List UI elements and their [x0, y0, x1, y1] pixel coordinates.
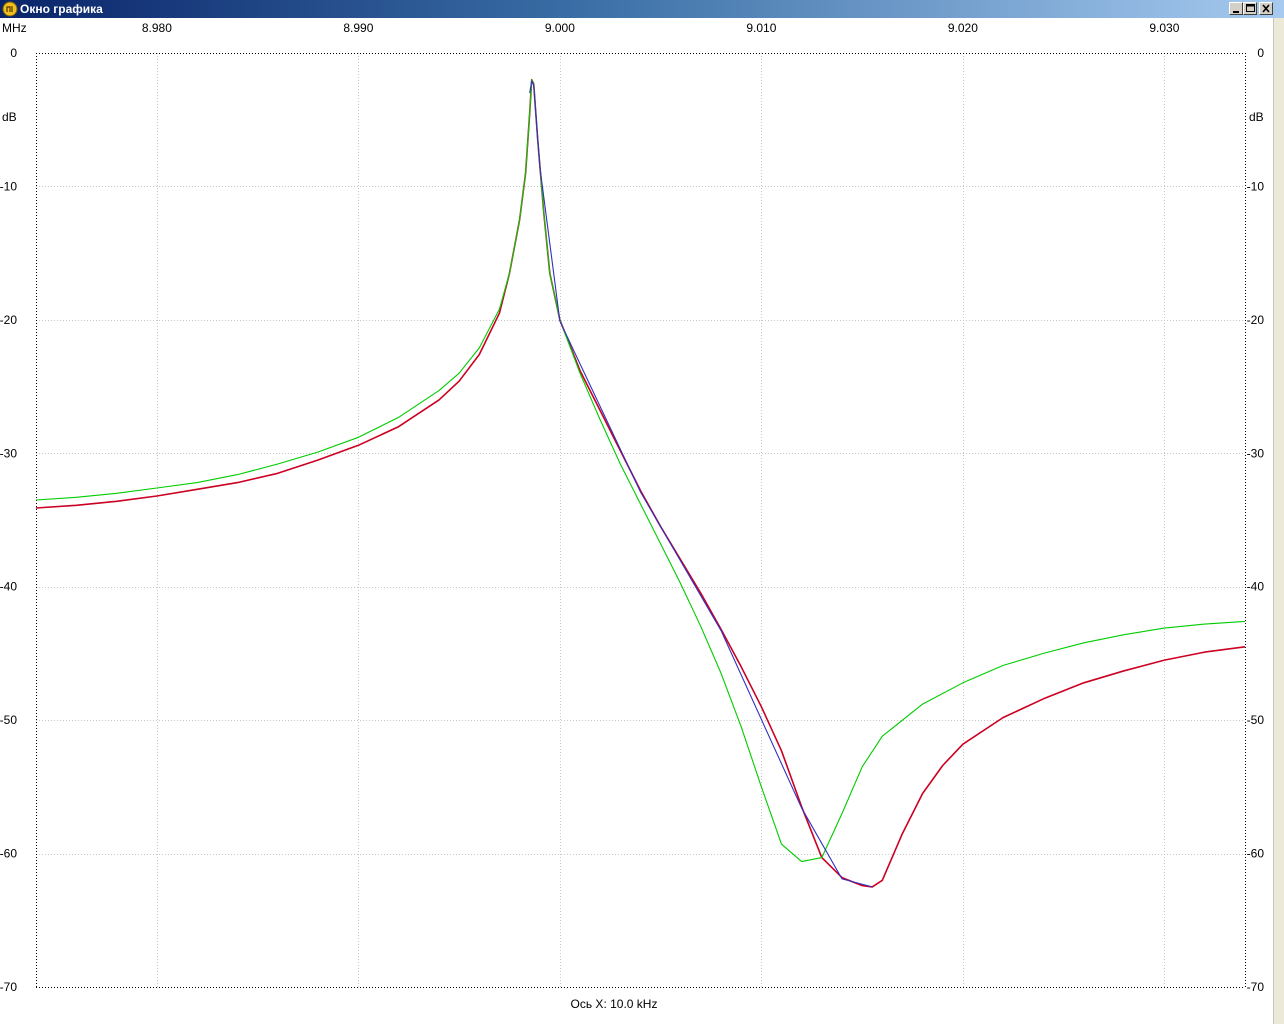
- y-tick-label-right: -70: [1247, 980, 1265, 994]
- y-tick-label-left: -40: [0, 580, 17, 594]
- y-tick-label-right: -60: [1247, 847, 1265, 861]
- y-tick-label-right: -50: [1247, 713, 1265, 727]
- y-tick-label-left: -70: [0, 980, 17, 994]
- maximize-icon: [1246, 4, 1255, 12]
- x-tick-label: 8.990: [343, 21, 373, 35]
- y-tick-label-right: -30: [1247, 446, 1265, 460]
- maximize-button[interactable]: [1243, 2, 1257, 15]
- x-tick-labels: 8.980 8.990 9.000 9.010 9.020 9.030: [142, 21, 1180, 35]
- x-unit-label: MHz: [2, 21, 27, 35]
- y-tick-label-right: -10: [1247, 179, 1265, 193]
- x-tick-label: 9.030: [1149, 21, 1179, 35]
- x-axis-caption: Ось X: 10.0 kHz: [571, 997, 658, 1011]
- series-group: [35, 78, 1246, 888]
- x-tick-label: 8.980: [142, 21, 172, 35]
- series-line-0: [35, 78, 1246, 888]
- y-tick-label-left: -30: [0, 446, 17, 460]
- y-tick-label-left: -10: [0, 179, 17, 193]
- x-tick-label: 9.010: [746, 21, 776, 35]
- y-tick-label-left: 0: [10, 46, 17, 60]
- plot-frame: [36, 53, 1246, 988]
- minimize-button[interactable]: [1229, 2, 1243, 15]
- y-tick-label-left: -20: [0, 313, 17, 327]
- y-tick-label-left: -50: [0, 713, 17, 727]
- minimize-icon: [1233, 11, 1239, 13]
- vertical-scrollbar[interactable]: [1273, 18, 1284, 1024]
- y-unit-label-right: dB: [1249, 110, 1264, 124]
- x-tick-label: 9.020: [948, 21, 978, 35]
- series-line-2: [529, 80, 873, 888]
- window-title: Окно графика: [20, 2, 103, 16]
- title-bar[interactable]: Окно графика: [0, 0, 1284, 18]
- series-line-1: [35, 79, 1246, 863]
- y-tick-label-right: -20: [1247, 313, 1265, 327]
- y-tick-labels-left: 0 -10 -20 -30 -40 -50 -60 -70: [0, 46, 17, 994]
- close-button[interactable]: [1259, 2, 1273, 15]
- x-tick-label: 9.000: [545, 21, 575, 35]
- y-unit-label-left: dB: [2, 110, 17, 124]
- y-tick-label-left: -60: [0, 847, 17, 861]
- grid: [36, 53, 1245, 987]
- y-tick-labels-right: 0 -10 -20 -30 -40 -50 -60 -70: [1247, 46, 1265, 994]
- y-tick-label-right: -40: [1247, 580, 1265, 594]
- y-tick-label-right: 0: [1257, 46, 1264, 60]
- close-icon: [1262, 4, 1270, 13]
- plot-area[interactable]: 8.980 8.990 9.000 9.010 9.020 9.030 0 -10 -20 -3…: [0, 18, 1273, 1024]
- app-icon: [2, 1, 18, 17]
